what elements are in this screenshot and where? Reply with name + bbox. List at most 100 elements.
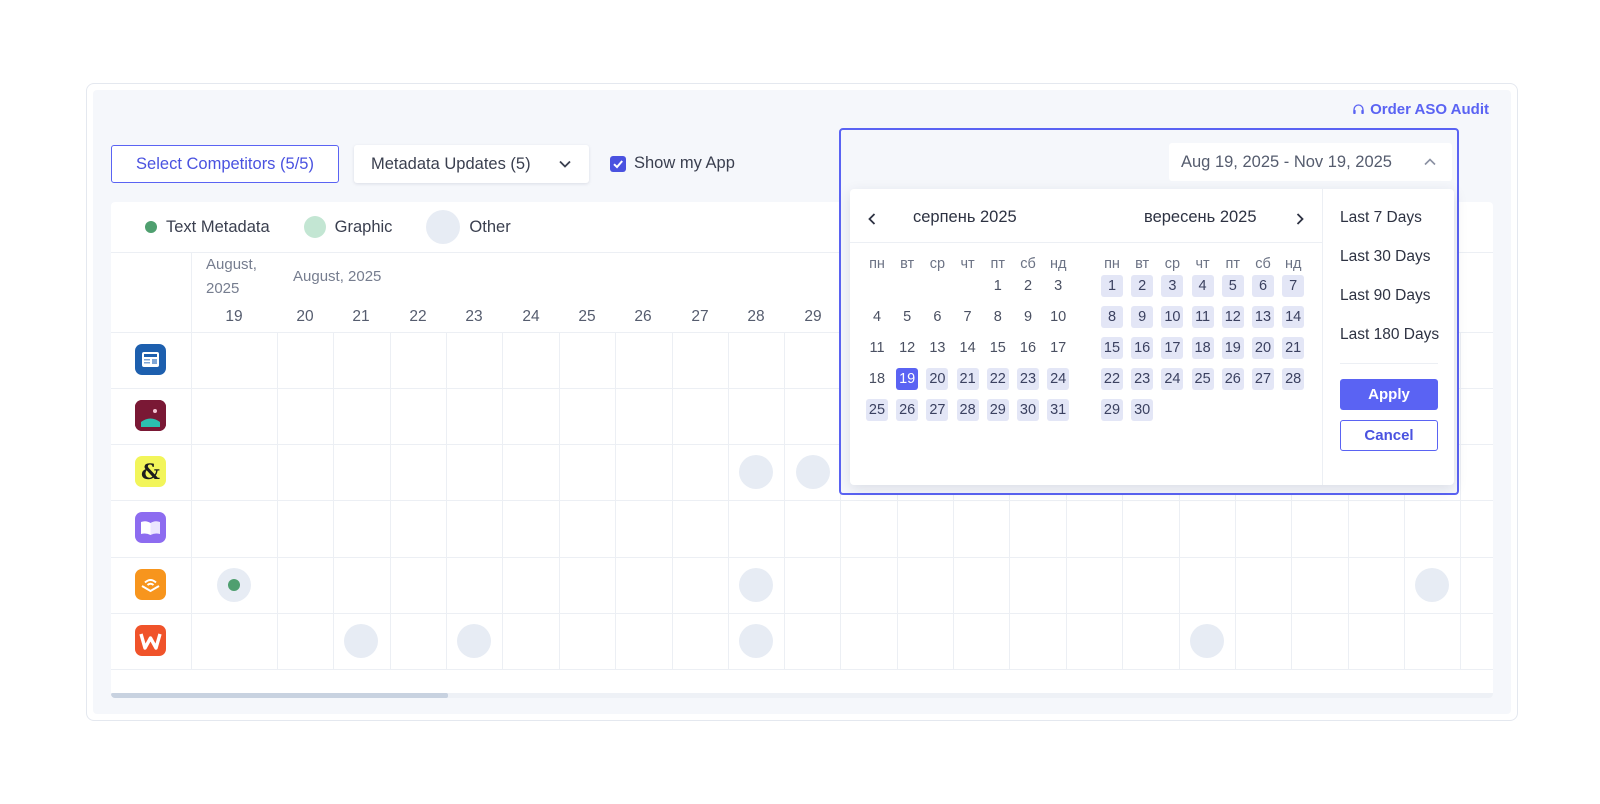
date-range-input[interactable]: Aug 19, 2025 - Nov 19, 2025 xyxy=(1169,143,1452,181)
right-calendar-day[interactable]: 16 xyxy=(1131,337,1154,359)
left-calendar-day[interactable]: 4 xyxy=(866,306,888,328)
right-calendar-day[interactable]: 22 xyxy=(1101,368,1123,390)
right-calendar-day[interactable]: 18 xyxy=(1191,337,1214,359)
left-calendar-day[interactable]: 16 xyxy=(1017,337,1039,359)
left-calendar-day[interactable]: 18 xyxy=(866,368,888,390)
books-app-icon[interactable] xyxy=(135,400,166,431)
right-calendar-day[interactable]: 3 xyxy=(1161,275,1184,297)
left-calendar-day[interactable]: 8 xyxy=(987,306,1009,328)
left-calendar-day[interactable]: 26 xyxy=(896,399,919,421)
cancel-button[interactable]: Cancel xyxy=(1340,420,1438,451)
right-calendar-day[interactable]: 4 xyxy=(1191,275,1214,297)
right-calendar-day[interactable]: 29 xyxy=(1101,399,1123,421)
right-calendar-day[interactable]: 15 xyxy=(1101,337,1123,359)
horizontal-scrollbar[interactable] xyxy=(111,693,1493,698)
left-calendar-day[interactable]: 7 xyxy=(957,306,979,328)
left-calendar-day[interactable]: 10 xyxy=(1047,306,1069,328)
left-calendar-day[interactable]: 21 xyxy=(956,368,979,390)
day-column-header: 29 xyxy=(804,308,822,325)
right-calendar-day[interactable]: 7 xyxy=(1282,275,1305,297)
w-app-icon[interactable] xyxy=(135,625,166,656)
chevron-up-icon xyxy=(1424,158,1436,166)
left-weekday-header: чт xyxy=(960,256,975,272)
left-calendar-day[interactable]: 24 xyxy=(1047,368,1070,390)
text-metadata-update-marker[interactable] xyxy=(217,568,251,602)
preset-last-7-days[interactable]: Last 7 Days xyxy=(1340,209,1422,227)
metadata-updates-dropdown[interactable]: Metadata Updates (5) xyxy=(354,145,589,183)
right-calendar-day[interactable]: 20 xyxy=(1252,337,1274,359)
left-calendar-day[interactable]: 27 xyxy=(926,399,949,421)
right-calendar-day[interactable]: 10 xyxy=(1161,306,1184,328)
left-calendar-day[interactable]: 14 xyxy=(957,337,979,359)
left-calendar-day[interactable]: 28 xyxy=(956,399,979,421)
left-calendar-day[interactable]: 22 xyxy=(986,368,1009,390)
other-update-marker[interactable] xyxy=(739,455,773,489)
left-calendar-day[interactable]: 31 xyxy=(1047,399,1070,421)
graphic-dot-icon xyxy=(303,216,326,238)
left-calendar-day[interactable]: 2 xyxy=(1017,275,1039,297)
right-calendar-day[interactable]: 6 xyxy=(1252,275,1274,297)
left-calendar-day[interactable]: 25 xyxy=(866,399,888,421)
left-calendar-day[interactable]: 12 xyxy=(896,337,918,359)
book-open-app-icon[interactable] xyxy=(135,512,166,543)
right-calendar-day[interactable]: 27 xyxy=(1252,368,1274,390)
left-calendar-day[interactable]: 3 xyxy=(1047,275,1069,297)
right-calendar-day[interactable]: 1 xyxy=(1101,275,1123,297)
right-calendar-day[interactable]: 5 xyxy=(1221,275,1244,297)
right-calendar-day[interactable]: 23 xyxy=(1131,368,1154,390)
left-calendar-day[interactable]: 19 xyxy=(896,368,919,390)
right-calendar-day[interactable]: 21 xyxy=(1282,337,1305,359)
ampersand-app-icon[interactable]: & xyxy=(135,456,166,487)
left-calendar-day[interactable]: 5 xyxy=(896,306,918,328)
other-update-marker[interactable] xyxy=(796,455,830,489)
preset-last-180-days[interactable]: Last 180 Days xyxy=(1340,326,1439,344)
left-calendar-day[interactable]: 30 xyxy=(1017,399,1039,421)
left-calendar-day[interactable]: 17 xyxy=(1047,337,1069,359)
left-calendar-day[interactable]: 9 xyxy=(1017,306,1039,328)
right-calendar-day[interactable]: 9 xyxy=(1131,306,1154,328)
other-update-marker[interactable] xyxy=(739,624,773,658)
audible-app-icon[interactable] xyxy=(135,569,166,600)
right-calendar-day[interactable]: 28 xyxy=(1282,368,1305,390)
day-column-header: 19 xyxy=(225,308,243,325)
left-calendar-day[interactable]: 23 xyxy=(1017,368,1039,390)
scrollbar-thumb[interactable] xyxy=(111,693,448,698)
left-calendar-day[interactable]: 6 xyxy=(926,306,948,328)
right-calendar-day[interactable]: 17 xyxy=(1161,337,1184,359)
apply-button[interactable]: Apply xyxy=(1340,379,1438,410)
select-competitors-button[interactable]: Select Competitors (5/5) xyxy=(111,145,339,183)
order-aso-audit-link[interactable]: Order ASO Audit xyxy=(1352,101,1489,118)
next-month-icon[interactable] xyxy=(1292,211,1308,227)
left-calendar-day[interactable]: 29 xyxy=(986,399,1009,421)
left-calendar-day[interactable]: 13 xyxy=(926,337,948,359)
news-app-icon[interactable] xyxy=(135,344,166,375)
previous-month-icon[interactable] xyxy=(864,211,880,227)
left-calendar-day[interactable]: 11 xyxy=(866,337,888,359)
right-calendar-day[interactable]: 11 xyxy=(1191,306,1214,328)
left-weekday-header: ср xyxy=(929,256,946,272)
other-update-marker[interactable] xyxy=(344,624,378,658)
right-calendar-day[interactable]: 24 xyxy=(1161,368,1184,390)
grid-row-divider xyxy=(111,500,1493,501)
left-calendar-day[interactable]: 1 xyxy=(987,275,1009,297)
preset-last-90-days[interactable]: Last 90 Days xyxy=(1340,287,1430,305)
other-update-marker[interactable] xyxy=(739,568,773,602)
right-calendar-day[interactable]: 26 xyxy=(1221,368,1244,390)
other-update-marker[interactable] xyxy=(1415,568,1449,602)
right-calendar-day[interactable]: 30 xyxy=(1131,399,1154,421)
right-calendar-day[interactable]: 8 xyxy=(1101,306,1123,328)
right-calendar-day[interactable]: 13 xyxy=(1252,306,1274,328)
right-calendar-day[interactable]: 12 xyxy=(1221,306,1244,328)
left-calendar-day[interactable]: 15 xyxy=(987,337,1009,359)
right-calendar-day[interactable]: 2 xyxy=(1131,275,1154,297)
show-my-app-toggle[interactable]: Show my App xyxy=(610,154,735,173)
right-calendar-day[interactable]: 19 xyxy=(1221,337,1244,359)
left-calendar-day[interactable]: 20 xyxy=(926,368,949,390)
right-calendar-day[interactable]: 25 xyxy=(1191,368,1214,390)
preset-last-30-days[interactable]: Last 30 Days xyxy=(1340,248,1430,266)
right-calendar-day[interactable]: 14 xyxy=(1282,306,1305,328)
show-my-app-checkbox[interactable] xyxy=(610,155,626,172)
other-update-marker[interactable] xyxy=(457,624,491,658)
other-update-marker[interactable] xyxy=(1190,624,1224,658)
right-weekday-header: вт xyxy=(1135,256,1150,272)
